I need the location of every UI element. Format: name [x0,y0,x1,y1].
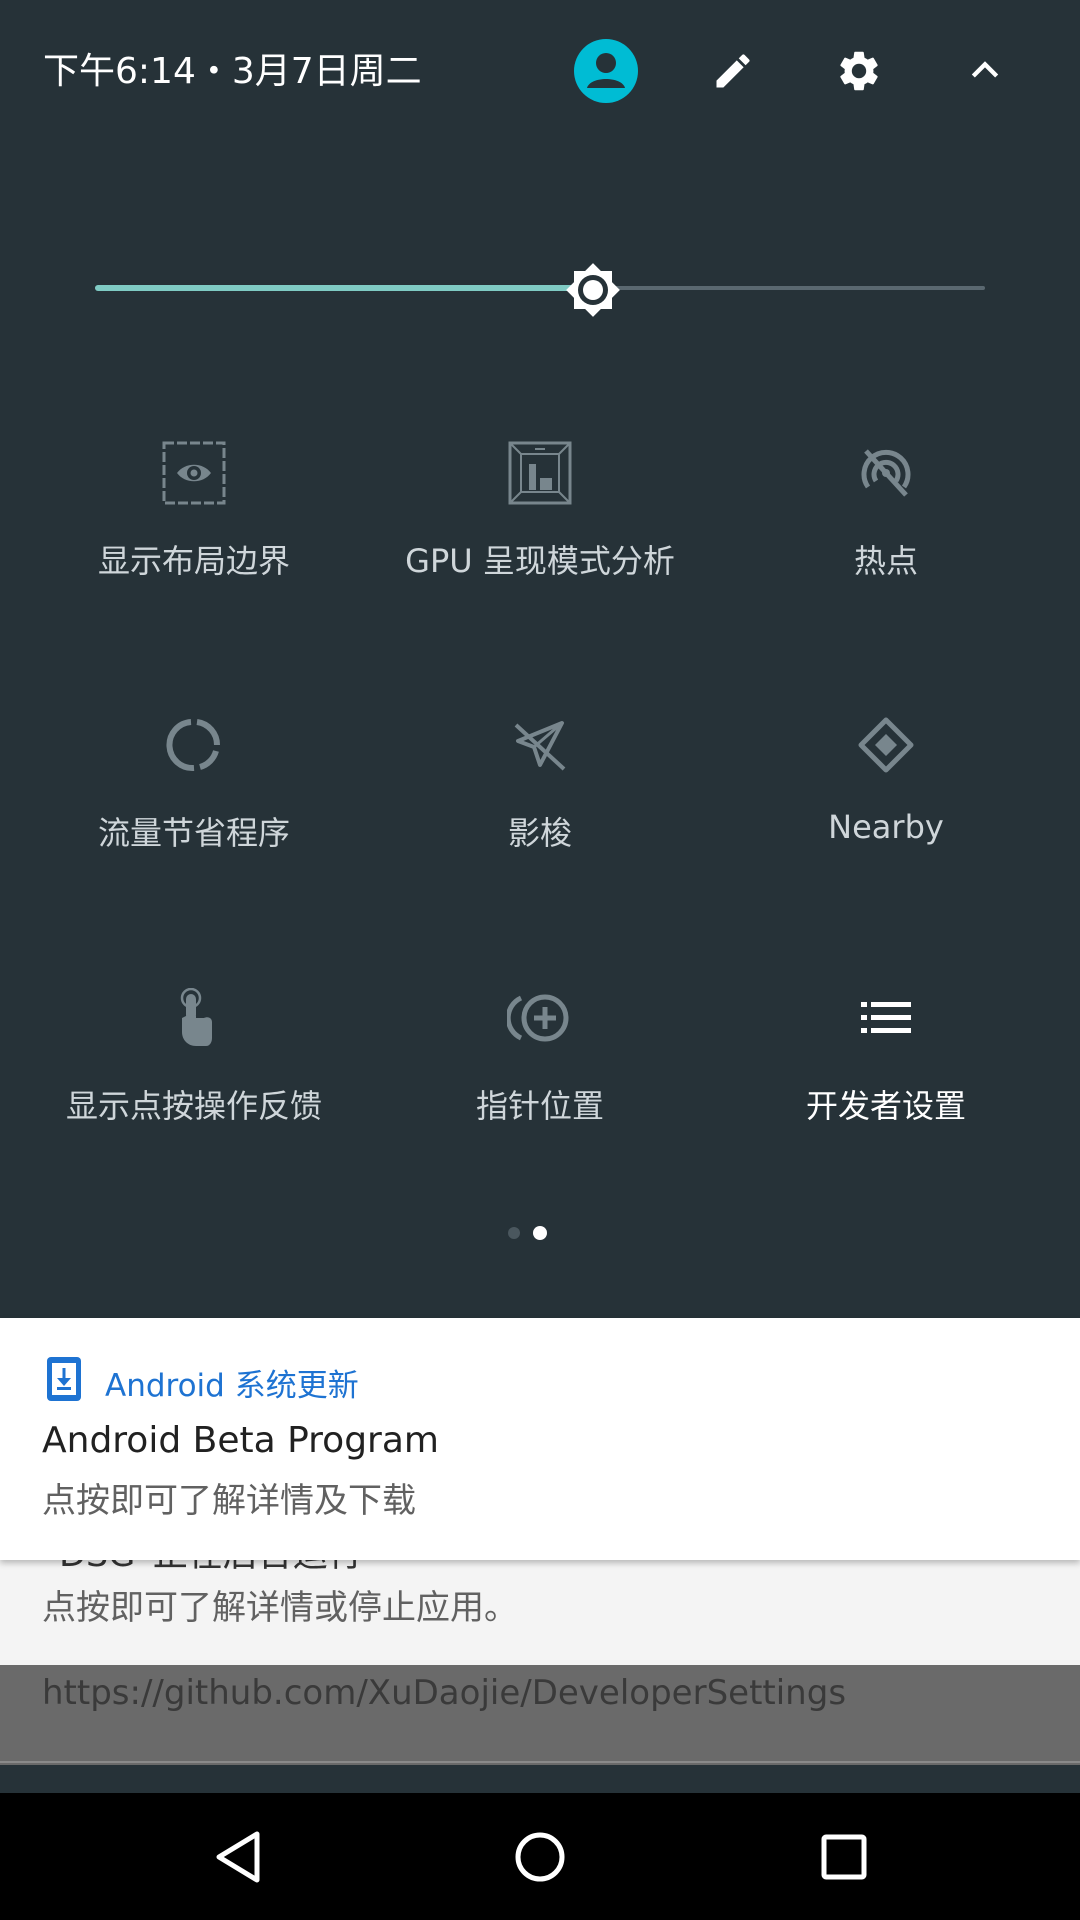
tile-show-layout-bounds[interactable]: 显示布局边界 [21,438,367,638]
account-icon[interactable] [573,38,639,104]
tile-gpu-profile[interactable]: GPU 呈现模式分析 [367,438,713,638]
tile-shadowsocks[interactable]: 影梭 [367,710,713,910]
tile-nearby[interactable]: Nearby [713,710,1059,910]
pointer-location-icon [505,983,575,1053]
brightness-thumb-icon[interactable] [559,256,627,324]
tile-pointer-location[interactable]: 指针位置 [367,983,713,1183]
data-saver-icon [159,710,229,780]
pager-dot-active[interactable] [533,1226,547,1240]
divider [0,1761,1080,1763]
back-icon[interactable] [206,1825,270,1889]
notification-text: 点按即可了解详情或停止应用。 [42,1588,518,1628]
tile-hotspot[interactable]: 热点 [713,438,1059,638]
collapse-chevron-icon[interactable] [952,38,1018,104]
edit-icon[interactable] [700,38,766,104]
tile-label: 热点 [853,542,918,580]
tile-label: 流量节省程序 [97,814,290,852]
pager-dot[interactable] [508,1227,520,1239]
tile-label: 指针位置 [475,1087,604,1125]
notification-app-name: Android 系统更新 [105,1368,359,1404]
tile-label: 开发者设置 [805,1087,966,1125]
status-datetime: 下午6:14・3月7日周二 [43,51,422,92]
tile-label: Nearby [828,808,944,846]
tile-data-saver[interactable]: 流量节省程序 [21,710,367,910]
tile-label: 影梭 [507,814,572,852]
nearby-icon [851,710,921,780]
layout-bounds-icon [159,438,229,508]
hotspot-off-icon [851,438,921,508]
show-taps-icon [159,983,229,1053]
notification-text: 点按即可了解详情及下载 [42,1481,416,1521]
gpu-profile-icon [505,438,575,508]
tile-label: GPU 呈现模式分析 [405,542,675,580]
shadowsocks-off-icon [505,710,575,780]
home-icon[interactable] [508,1825,572,1889]
tile-show-taps[interactable]: 显示点按操作反馈 [21,983,367,1183]
system-update-icon [46,1356,82,1402]
tile-developer-settings[interactable]: 开发者设置 [713,983,1059,1183]
settings-icon[interactable] [826,38,892,104]
tile-label: 显示点按操作反馈 [65,1087,322,1125]
tile-label: 显示布局边界 [97,542,290,580]
notification-url: https://github.com/XuDaojie/DeveloperSet… [42,1673,847,1713]
recents-icon[interactable] [812,1825,876,1889]
developer-settings-icon [851,983,921,1053]
notification-title: Android Beta Program [42,1420,439,1461]
brightness-slider-fill [95,285,594,291]
